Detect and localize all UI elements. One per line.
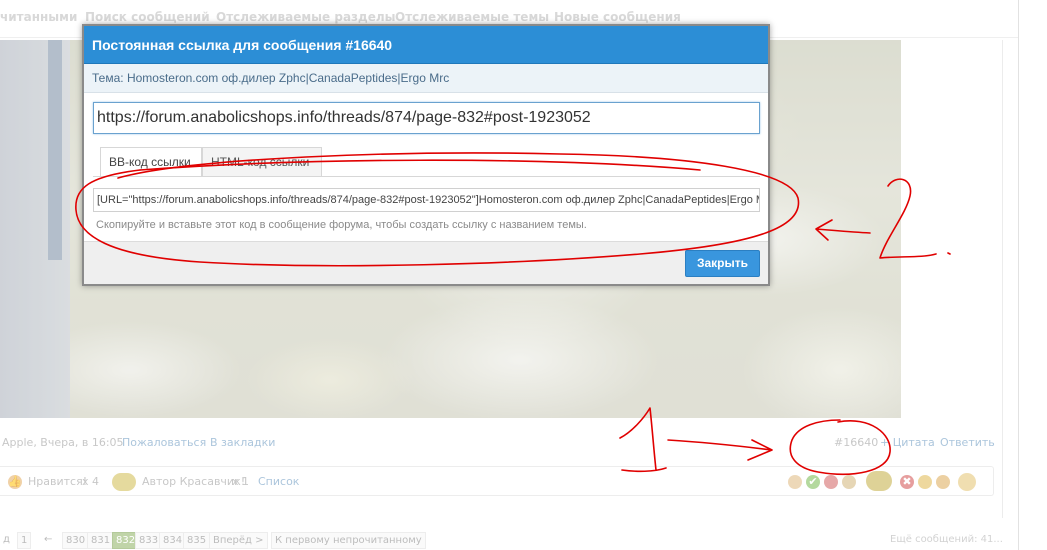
- tab-html-code[interactable]: HTML-код ссылки: [202, 147, 322, 177]
- pager-page-835[interactable]: 835: [183, 532, 211, 549]
- nav-item-unread[interactable]: читанными: [0, 10, 77, 24]
- post-number-link[interactable]: #16640: [834, 436, 878, 449]
- topic-title: Homosteron.com оф.дилер Zphc|CanadaPepti…: [126, 71, 450, 85]
- reply-link[interactable]: Ответить: [940, 436, 995, 449]
- dialog-footer: Закрыть: [84, 241, 768, 284]
- pager-page-831[interactable]: 831: [87, 532, 115, 549]
- nav-item-search-posts[interactable]: Поиск сообщений: [85, 10, 210, 24]
- pager-first-unread-button[interactable]: К первому непрочитанному: [271, 532, 426, 549]
- bb-code-field[interactable]: [URL="https://forum.anabolicshops.info/t…: [93, 188, 760, 212]
- rate-agree-icon[interactable]: ✔: [806, 475, 820, 489]
- permalink-dialog: Постоянная ссылка для сообщения #16640 Т…: [82, 24, 770, 286]
- close-button[interactable]: Закрыть: [685, 250, 760, 277]
- more-posts-link[interactable]: Ещё сообщений: 41...: [887, 532, 1006, 549]
- copy-hint: Скопируйте и вставьте этот код в сообщен…: [96, 219, 587, 231]
- cool-smiley-icon: [112, 473, 136, 491]
- author-cool-count: x 1: [232, 475, 250, 488]
- bookmark-link[interactable]: В закладки: [210, 436, 275, 449]
- author-cool-label: Автор Красавчик!: [142, 475, 246, 488]
- post-author-time[interactable]: Apple, Вчера, в 16:05: [2, 436, 124, 449]
- image-frame-inner: [48, 40, 62, 260]
- rate-sad-icon[interactable]: [936, 475, 950, 489]
- nav-item-new-posts[interactable]: Новые сообщения: [554, 10, 681, 24]
- pager-page-830[interactable]: 830: [62, 532, 90, 549]
- dialog-title: Постоянная ссылка для сообщения #16640: [84, 26, 768, 64]
- rate-funny-icon[interactable]: [918, 475, 932, 489]
- rate-cool-icon[interactable]: [866, 471, 892, 491]
- dialog-body: https://forum.anabolicshops.info/threads…: [84, 93, 768, 284]
- page-right-edge: [1018, 0, 1047, 550]
- rate-winner-icon[interactable]: [958, 473, 976, 491]
- rate-heart-icon[interactable]: [824, 475, 838, 489]
- liked-count: x 4: [82, 475, 100, 488]
- nav-item-watched-threads[interactable]: Отслеживаемые темы: [395, 10, 549, 24]
- pager-next-button[interactable]: Вперёд >: [209, 532, 268, 549]
- rate-like-icon[interactable]: [788, 475, 802, 489]
- pager-page-1[interactable]: 1: [17, 532, 32, 549]
- rate-dislike-icon[interactable]: [842, 475, 856, 489]
- rate-disagree-icon[interactable]: ✖: [900, 475, 914, 489]
- tab-bb-code[interactable]: BB-код ссылки: [100, 147, 202, 177]
- tabs-divider: [93, 176, 760, 177]
- pager-skip-arrow: ←: [44, 534, 53, 545]
- nav-item-watched-forums[interactable]: Отслеживаемые разделы: [216, 10, 395, 24]
- liked-label: Нравится!: [28, 475, 88, 488]
- likes-list-link[interactable]: Список: [258, 475, 299, 488]
- pager-prev-label[interactable]: д: [0, 532, 13, 549]
- topic-prefix: Тема:: [92, 71, 124, 85]
- permalink-url-input[interactable]: https://forum.anabolicshops.info/threads…: [93, 102, 760, 134]
- dialog-topic-row: Тема: Homosteron.com оф.дилер Zphc|Canad…: [84, 64, 768, 93]
- report-link[interactable]: Пожаловаться: [122, 436, 206, 449]
- quote-link[interactable]: + Цитата: [880, 436, 935, 449]
- like-thumb-icon: 👍: [8, 475, 22, 489]
- likes-bar: 👍 Нравится! x 4 Автор Красавчик! x 1 Спи…: [0, 466, 994, 496]
